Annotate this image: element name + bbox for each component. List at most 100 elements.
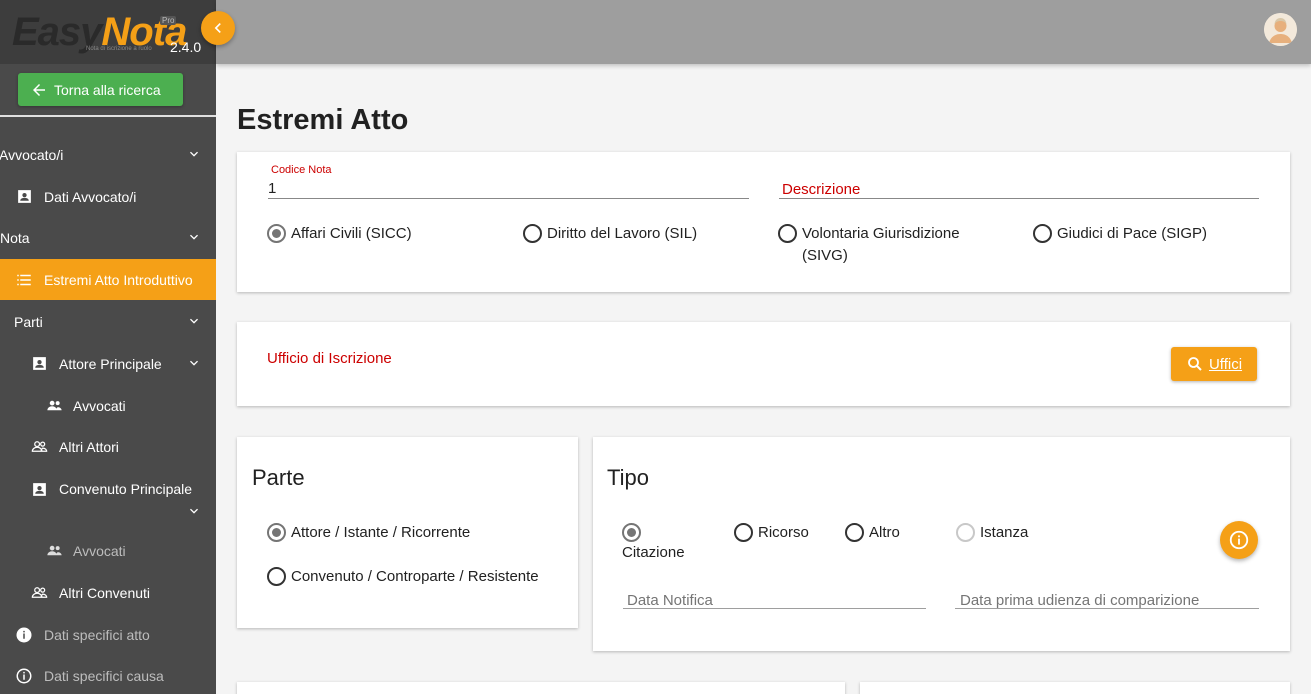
sidebar-item-label: Parti (14, 313, 43, 330)
radio-dot (1033, 224, 1052, 243)
radio-diritto-lavoro[interactable]: Diritto del Lavoro (SIL) (523, 223, 697, 245)
sidebar-item-label: Estremi Atto Introduttivo (44, 271, 193, 288)
data-notifica-underline (623, 608, 926, 609)
info-filled-icon (14, 625, 34, 645)
top-app-bar (216, 0, 1311, 64)
avatar-icon (1264, 13, 1297, 46)
arrow-left-icon (33, 83, 45, 96)
codice-nota-label: Codice Nota (271, 164, 332, 176)
contact-card-icon (29, 354, 49, 374)
sidebar-item-nota-group[interactable]: Nota (0, 217, 216, 258)
sidebar-item-parti-group[interactable]: Parti (0, 301, 216, 342)
radio-altro[interactable]: Altro (845, 522, 900, 544)
sidebar-item-label: Dati Avvocato/i (44, 188, 137, 205)
contact-card-icon (14, 187, 34, 207)
radio-dot (267, 567, 286, 586)
radio-label: Attore / Istante / Ricorrente (291, 524, 471, 541)
descrizione-underline (779, 198, 1259, 199)
radio-label: Volontaria Giurisdizione (SIVG) (802, 225, 960, 264)
tipo-card (593, 437, 1290, 651)
sidebar-item-dati-specifici-atto[interactable]: Dati specifici atto (0, 614, 216, 655)
ufficio-card (237, 322, 1290, 406)
bottom-card-right (860, 682, 1290, 694)
collapse-sidebar-button[interactable] (201, 11, 235, 45)
radio-dot (734, 523, 753, 542)
radio-giudici-pace[interactable]: Giudici di Pace (SIGP) (1033, 223, 1207, 245)
radio-label: Giudici di Pace (SIGP) (1057, 225, 1208, 242)
radio-ricorso[interactable]: Ricorso (734, 522, 809, 544)
people-outline-icon (29, 437, 49, 457)
sidebar-item-label: Dati specifici atto (44, 626, 150, 643)
descrizione-input[interactable]: Descrizione (782, 181, 860, 198)
people-icon (44, 541, 64, 561)
search-icon (1188, 357, 1202, 371)
uffici-button-label: Uffici (1208, 355, 1243, 373)
radio-istanza[interactable]: Istanza (956, 522, 1028, 544)
sidebar-item-label: Nota (0, 229, 30, 246)
radio-dot (845, 523, 864, 542)
uffici-button[interactable]: Uffici (1171, 347, 1257, 381)
radio-affari-civili[interactable]: Affari Civili (SICC) (267, 223, 412, 245)
info-outline-icon (14, 666, 34, 686)
sidebar: EasyNota Pro Nota di iscrizione a ruolo … (0, 0, 216, 694)
contact-card-icon (29, 479, 49, 499)
sidebar-item-avvocati-convenuto[interactable]: Avvocati (0, 530, 216, 571)
radio-dot (622, 523, 641, 542)
chevron-down-icon (190, 508, 198, 514)
sidebar-item-avvocati-group[interactable]: Avvocato/i (0, 134, 216, 175)
chevron-down-icon (190, 360, 198, 366)
back-to-search-button[interactable]: Torna alla ricerca (18, 73, 183, 106)
sidebar-item-label: Altri Attori (59, 438, 119, 455)
parte-title: Parte (252, 465, 305, 490)
radio-label: Ricorso (758, 524, 809, 541)
radio-dot (778, 224, 797, 243)
sidebar-item-altri-convenuti[interactable]: Altri Convenuti (0, 572, 216, 613)
ufficio-iscrizione-label: Ufficio di Iscrizione (267, 350, 392, 367)
bottom-card-left (237, 682, 845, 694)
list-icon (14, 270, 34, 290)
radio-dot (267, 523, 286, 542)
radio-label: Altro (869, 524, 900, 541)
data-udienza-underline (955, 608, 1259, 609)
radio-label: Citazione (622, 544, 685, 561)
sidebar-item-dati-avvocati[interactable]: Dati Avvocato/i (0, 176, 216, 217)
sidebar-item-dati-specifici-causa[interactable]: Dati specifici causa (0, 655, 216, 694)
sidebar-item-avvocati-attore[interactable]: Avvocati (0, 385, 216, 426)
tipo-info-button[interactable] (1220, 521, 1258, 559)
radio-attore[interactable]: Attore / Istante / Ricorrente (267, 522, 470, 544)
radio-convenuto[interactable]: Convenuto / Controparte / Resistente (267, 566, 539, 588)
logo: EasyNota Pro Nota di iscrizione a ruolo … (0, 0, 216, 64)
sidebar-item-convenuto-principale[interactable]: Convenuto Principale (0, 468, 216, 528)
chevron-down-icon (190, 151, 198, 157)
data-udienza-input[interactable]: Data prima udienza di comparizione (960, 592, 1199, 609)
chevron-left-icon (214, 23, 221, 33)
radio-label: Diritto del Lavoro (SIL) (547, 225, 698, 242)
info-icon (1229, 530, 1249, 550)
logo-tagline: Nota di iscrizione a ruolo (86, 46, 152, 52)
tipo-title: Tipo (607, 465, 649, 490)
radio-volontaria-giurisdizione[interactable]: Volontaria Giurisdizione (SIVG) (778, 223, 998, 267)
codice-nota-underline (268, 198, 749, 199)
radio-dot (523, 224, 542, 243)
user-avatar[interactable] (1264, 13, 1297, 46)
sidebar-item-label: Avvocati (73, 542, 126, 559)
radio-citazione[interactable]: Citazione (622, 522, 685, 564)
radio-dot (267, 224, 286, 243)
sidebar-item-label: Dati specifici causa (44, 667, 164, 684)
chevron-down-icon (190, 318, 198, 324)
data-notifica-input[interactable]: Data Notifica (627, 592, 713, 609)
chevron-down-icon (190, 234, 198, 240)
sidebar-item-altri-attori[interactable]: Altri Attori (0, 426, 216, 467)
radio-label: Affari Civili (SICC) (291, 225, 412, 242)
sidebar-item-label: Avvocati (73, 397, 126, 414)
people-icon (44, 396, 64, 416)
sidebar-divider (0, 115, 216, 117)
back-button-label: Torna alla ricerca (54, 81, 161, 98)
sidebar-item-label: Convenuto Principale (59, 481, 193, 497)
estremi-card (237, 152, 1290, 292)
radio-dot (956, 523, 975, 542)
sidebar-item-attore-principale[interactable]: Attore Principale (0, 343, 216, 384)
people-outline-icon (29, 583, 49, 603)
sidebar-item-estremi-atto[interactable]: Estremi Atto Introduttivo (0, 259, 216, 300)
codice-nota-input[interactable]: 1 (268, 180, 276, 197)
